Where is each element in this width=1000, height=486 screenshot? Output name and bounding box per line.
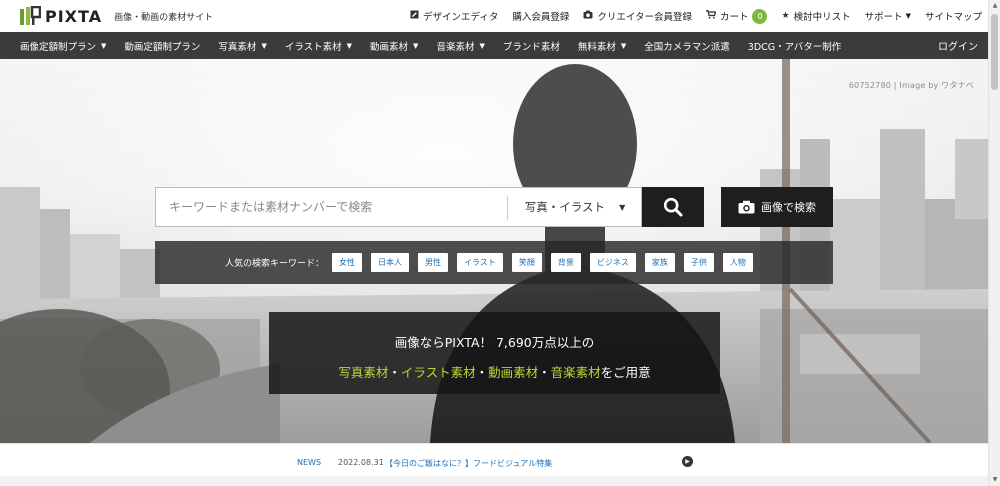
- keyword-tag[interactable]: 人物: [722, 253, 753, 272]
- edit-icon: [410, 10, 419, 22]
- nav-music[interactable]: 音楽素材 ▼: [427, 32, 493, 59]
- chevron-down-icon: ▼: [346, 41, 353, 50]
- news-date: 2022.08.31: [338, 458, 384, 467]
- keyword-tag[interactable]: イラスト: [457, 253, 503, 272]
- nav-item-label: 動画素材: [370, 41, 409, 53]
- promo-headline: 画像ならPIXTA！ 7,690万点以上の: [394, 335, 595, 350]
- scroll-thumb[interactable]: [991, 14, 998, 90]
- nav-item-label: 無料素材: [577, 41, 616, 53]
- main-nav: 画像定額制プラン ▼ 動画定額制プラン 写真素材 ▼ イラスト素材 ▼ 動画素材 ▼ 音…: [0, 32, 988, 59]
- promo-link-music[interactable]: 音楽素材: [551, 365, 601, 380]
- logo-text: PIXTA: [45, 6, 103, 26]
- promo-separator: ・: [538, 365, 551, 380]
- nav-photos[interactable]: 写真素材 ▼: [209, 32, 275, 59]
- star-icon: ★: [781, 11, 790, 21]
- login-link[interactable]: ログイン: [938, 32, 978, 59]
- nav-item-label: 動画定額制プラン: [124, 41, 201, 53]
- promo-link-photos[interactable]: 写真素材: [338, 365, 388, 380]
- nav-item-label: ブランド素材: [502, 41, 560, 53]
- keyword-tag[interactable]: 男性: [418, 253, 449, 272]
- pixta-logo-icon: [20, 6, 41, 25]
- favorites-label: 検討中リスト: [793, 12, 851, 23]
- sitemap-label: サイトマップ: [924, 12, 982, 23]
- cart-label: カート: [719, 12, 749, 23]
- news-label: NEWS: [297, 458, 322, 467]
- promo-separator: ・: [388, 365, 401, 380]
- promo-link-illustrations[interactable]: イラスト素材: [401, 365, 476, 380]
- nav-image-subscription[interactable]: 画像定額制プラン ▼: [0, 32, 115, 59]
- nav-item-label: 写真素材: [218, 41, 257, 53]
- design-editor-link[interactable]: デザインエディタ: [410, 9, 498, 23]
- camera-icon: [738, 200, 755, 214]
- favorites-link[interactable]: ★ 検討中リスト: [781, 9, 850, 23]
- chevron-down-icon: ▼: [261, 41, 267, 50]
- cart-link[interactable]: カート 0: [705, 8, 768, 24]
- creator-signup-link[interactable]: クリエイター会員登録: [583, 9, 692, 23]
- promo-banner: 画像ならPIXTA！ 7,690万点以上の 写真素材・イラスト素材・動画素材・音…: [269, 312, 720, 394]
- design-editor-label: デザインエディタ: [422, 12, 499, 23]
- cart-count-badge: 0: [752, 8, 768, 24]
- promo-link-videos[interactable]: 動画素材: [488, 365, 538, 380]
- search-box: 写真・イラスト ▼: [155, 187, 642, 227]
- news-bottom-strip: [0, 476, 988, 486]
- chevron-down-icon: ▼: [413, 41, 419, 50]
- image-search-label: 画像で検索: [761, 201, 816, 214]
- chevron-down-icon: ▼: [905, 12, 911, 20]
- chevron-down-icon: ▼: [101, 41, 107, 50]
- nav-item-label: 全国カメラマン派遣: [644, 41, 730, 53]
- search-icon: [663, 197, 683, 217]
- header-links: デザインエディタ 購入会員登録 クリエイター会員登録 カート 0 ★ 検討中リス…: [396, 0, 982, 32]
- nav-3dcg-avatar[interactable]: 3DCG・アバター制作: [739, 32, 850, 59]
- search-input[interactable]: [156, 188, 506, 226]
- cart-icon: [705, 10, 717, 22]
- camera-icon: [583, 10, 593, 22]
- keyword-tag[interactable]: 家族: [644, 253, 675, 272]
- promo-categories: 写真素材・イラスト素材・動画素材・音楽素材をご用意: [269, 362, 720, 381]
- chevron-down-icon: ▼: [619, 202, 626, 212]
- news-ticker: NEWS 2022.08.31 【今日のご飯はなに？】フードビジュアル特集 ▶: [0, 443, 988, 486]
- nav-item-label: 画像定額制プラン: [20, 41, 97, 53]
- news-headline-link[interactable]: 【今日のご飯はなに？】フードビジュアル特集: [385, 458, 552, 469]
- chevron-down-icon: ▼: [479, 41, 485, 50]
- image-credit: 60752780 | Image by ワタナベ: [848, 81, 974, 90]
- keyword-tag[interactable]: 女性: [332, 253, 363, 272]
- popular-keywords-label: 人気の検索キーワード：: [225, 259, 325, 269]
- chevron-right-icon[interactable]: ▶: [682, 456, 693, 467]
- keyword-tag[interactable]: 日本人: [371, 253, 410, 272]
- nav-photographer-dispatch[interactable]: 全国カメラマン派遣: [635, 32, 739, 59]
- hero-banner: 60752780 | Image by ワタナベ 写真・イラスト ▼ 画像で検索…: [0, 59, 988, 443]
- nav-video-subscription[interactable]: 動画定額制プラン: [115, 32, 209, 59]
- page-scrollbar[interactable]: ▲ ▼: [988, 0, 1000, 486]
- promo-suffix: をご用意: [600, 365, 651, 380]
- scroll-up-arrow-icon[interactable]: ▲: [989, 0, 1000, 12]
- keyword-tag[interactable]: 背景: [550, 253, 581, 272]
- search-button[interactable]: [642, 187, 704, 227]
- buyer-signup-label: 購入会員登録: [512, 12, 570, 23]
- keyword-tag[interactable]: 子供: [683, 253, 714, 272]
- nav-item-label: 音楽素材: [436, 41, 475, 53]
- nav-item-label: イラスト素材: [284, 41, 342, 53]
- popular-keywords-bar: 人気の検索キーワード： 女性 日本人 男性 イラスト 笑顔 背景 ビジネス 家族…: [155, 241, 833, 284]
- promo-separator: ・: [475, 365, 489, 380]
- search-category-value: 写真・イラスト: [524, 200, 606, 214]
- nav-free[interactable]: 無料素材 ▼: [569, 32, 635, 59]
- keyword-tag[interactable]: 笑顔: [511, 253, 542, 272]
- pixta-logo[interactable]: PIXTA: [19, 6, 102, 26]
- keyword-tag[interactable]: ビジネス: [589, 253, 636, 272]
- nav-item-label: 3DCG・アバター制作: [747, 41, 842, 53]
- sitemap-link[interactable]: サイトマップ: [925, 9, 982, 23]
- image-search-button[interactable]: 画像で検索: [721, 187, 833, 227]
- buyer-signup-link[interactable]: 購入会員登録: [512, 9, 569, 23]
- nav-illustrations[interactable]: イラスト素材 ▼: [276, 32, 361, 59]
- chevron-down-icon: ▼: [620, 41, 627, 50]
- site-header: PIXTA 画像・動画の素材サイト デザインエディタ 購入会員登録 クリエイター…: [0, 0, 1000, 32]
- creator-signup-label: クリエイター会員登録: [597, 12, 692, 23]
- support-label: サポート: [864, 12, 903, 23]
- nav-brand[interactable]: ブランド素材: [494, 32, 569, 59]
- scroll-down-arrow-icon[interactable]: ▼: [989, 474, 1000, 486]
- support-menu[interactable]: サポート ▼: [865, 9, 911, 23]
- site-tagline: 画像・動画の素材サイト: [114, 12, 214, 23]
- search-category-select[interactable]: 写真・イラスト ▼: [508, 188, 642, 226]
- nav-videos[interactable]: 動画素材 ▼: [361, 32, 427, 59]
